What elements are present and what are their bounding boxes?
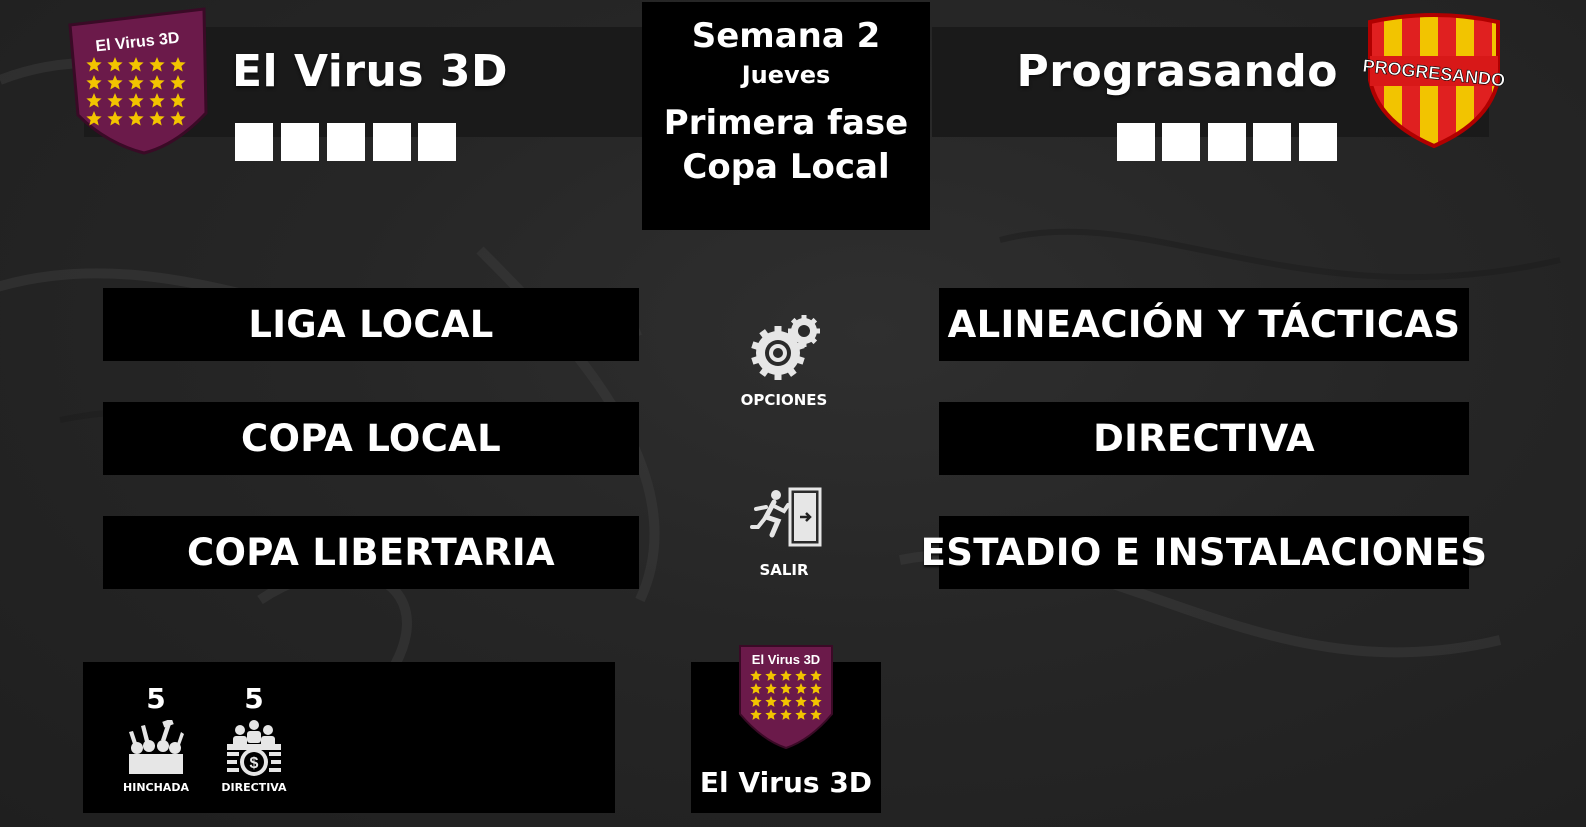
week-label: Semana 2 (691, 16, 881, 56)
fans-label: HINCHADA (123, 781, 189, 794)
match-info-panel: Semana 2 Jueves Primera fase Copa Local (642, 2, 930, 230)
away-team-name: Prograsando (1016, 46, 1338, 97)
home-form-square (418, 123, 456, 161)
gears-icon (751, 315, 820, 380)
away-form-square (1162, 123, 1200, 161)
exit-label: SALIR (759, 561, 809, 579)
phase-label: Primera fase (663, 103, 909, 143)
stats-panel: 5 HINCHADA 5 $ DIRECTIVA (83, 662, 615, 813)
home-form-square (373, 123, 411, 161)
day-label: Jueves (741, 61, 831, 89)
svg-text:$: $ (250, 755, 259, 772)
board-label: DIRECTIVA (221, 781, 287, 794)
exit-button[interactable]: SALIR (724, 485, 844, 585)
menu-copa-local-button[interactable]: COPA LOCAL (103, 402, 639, 475)
menu-alineacion-tacticas-button[interactable]: ALINEACIÓN Y TÁCTICAS (939, 288, 1469, 361)
menu-copa-libertaria-button[interactable]: COPA LIBERTARIA (103, 516, 639, 589)
club-panel-crest: El Virus 3D (739, 645, 833, 750)
club-panel-crest-text: El Virus 3D (752, 652, 820, 667)
away-form-square (1208, 123, 1246, 161)
home-form-square (281, 123, 319, 161)
home-team-name: El Virus 3D (232, 46, 508, 97)
away-form-square (1117, 123, 1155, 161)
away-form-square (1299, 123, 1337, 161)
menu-directiva-button[interactable]: DIRECTIVA (939, 402, 1469, 475)
options-label: OPCIONES (740, 391, 828, 409)
away-form-square (1253, 123, 1291, 161)
options-button[interactable]: OPCIONES (724, 305, 844, 415)
board-money-icon: $ (227, 720, 281, 776)
competition-label: Copa Local (682, 147, 890, 187)
board-value: 5 (244, 682, 264, 715)
club-panel: El Virus 3D El Virus 3D (691, 645, 881, 813)
away-team-crest: PROGRESANDO (1362, 13, 1506, 149)
menu-liga-local-button[interactable]: LIGA LOCAL (103, 288, 639, 361)
home-form-square (235, 123, 273, 161)
exit-door-icon (750, 487, 822, 547)
club-panel-name: El Virus 3D (699, 766, 873, 799)
menu-estadio-instalaciones-button[interactable]: ESTADIO E INSTALACIONES (921, 516, 1487, 589)
home-form-square (327, 123, 365, 161)
crowd-icon (129, 720, 184, 774)
fans-value: 5 (146, 682, 166, 715)
home-team-crest: El Virus 3D (68, 7, 208, 155)
